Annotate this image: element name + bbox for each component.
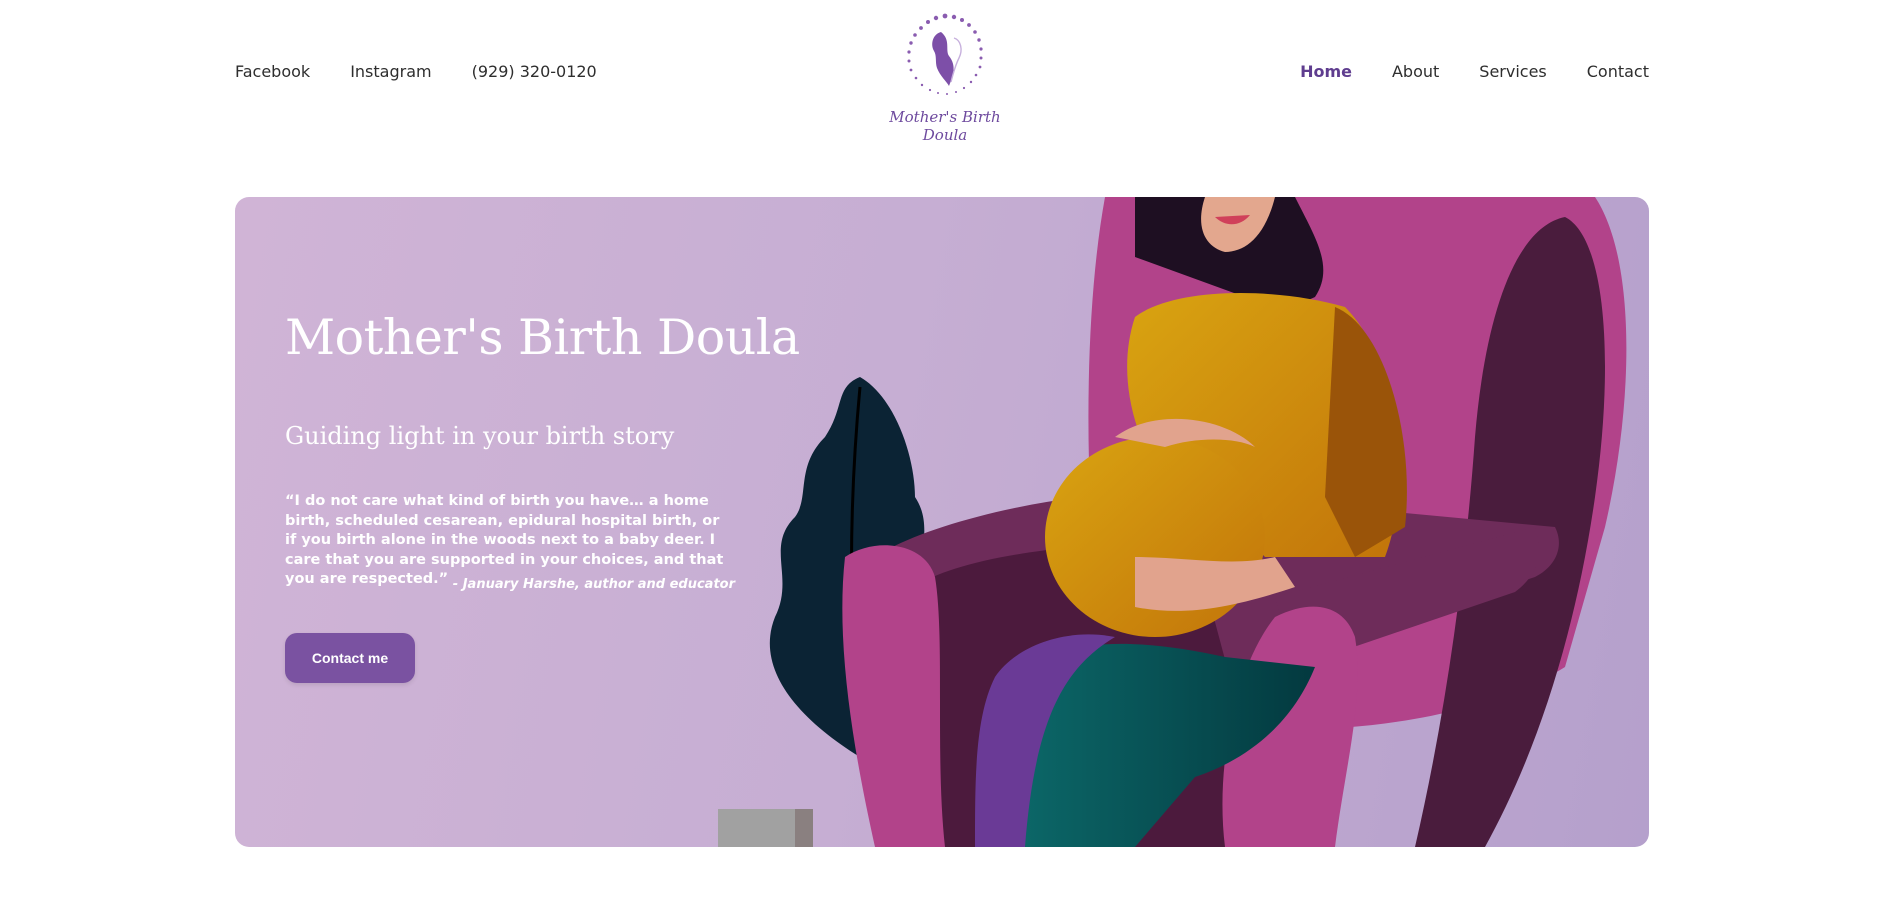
- quote-author: - January Harshe, author and educator: [452, 577, 735, 592]
- logo-emblem-icon: [907, 13, 983, 95]
- hero-quote: “I do not care what kind of birth you ha…: [285, 493, 724, 587]
- main-nav: Home About Services Contact: [1300, 62, 1649, 81]
- logo-text: Mother's Birth Doula: [889, 108, 1001, 144]
- nav-about[interactable]: About: [1392, 62, 1439, 81]
- nav-home[interactable]: Home: [1300, 62, 1352, 81]
- phone-link[interactable]: (929) 320-0120: [472, 62, 597, 81]
- facebook-link[interactable]: Facebook: [235, 62, 310, 81]
- hero-subtitle: Guiding light in your birth story: [285, 422, 675, 450]
- nav-contact[interactable]: Contact: [1587, 62, 1649, 81]
- instagram-link[interactable]: Instagram: [350, 62, 431, 81]
- contact-me-button[interactable]: Contact me: [285, 633, 415, 683]
- site-logo[interactable]: Mother's Birth Doula: [870, 10, 1020, 144]
- hero-title: Mother's Birth Doula: [285, 309, 800, 366]
- header-left-links: Facebook Instagram (929) 320-0120: [235, 62, 597, 81]
- nav-services[interactable]: Services: [1479, 62, 1546, 81]
- hero-banner: Mother's Birth Doula Guiding light in yo…: [235, 197, 1649, 847]
